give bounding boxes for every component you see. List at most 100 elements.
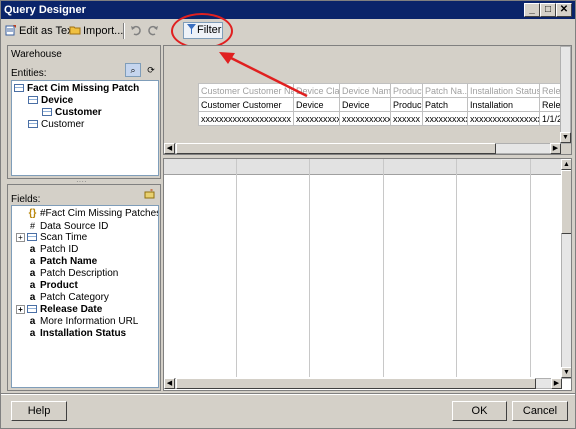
scroll-right-arrow-icon[interactable]: ▶ bbox=[550, 143, 561, 154]
field-item[interactable]: {} #Fact Cim Missing Patches bbox=[28, 208, 158, 220]
numeric-field-icon: # bbox=[29, 221, 35, 231]
attribute-icon: a bbox=[29, 268, 36, 279]
footer-separator bbox=[1, 393, 575, 395]
window-title: Query Designer bbox=[4, 4, 86, 16]
help-button[interactable]: Help bbox=[11, 401, 67, 421]
results-scroll-thumb[interactable] bbox=[561, 170, 571, 234]
horizontal-scrollbar[interactable]: ◀ ▶ bbox=[164, 143, 561, 154]
scroll-thumb[interactable] bbox=[176, 143, 496, 154]
entities-label: Entities: bbox=[11, 68, 47, 79]
fields-tree[interactable]: {} #Fact Cim Missing Patches # Data Source… bbox=[11, 205, 159, 388]
close-button[interactable]: ✕ bbox=[556, 3, 572, 17]
edit-as-text-label: Edit as Text bbox=[19, 25, 76, 37]
entities-panel: Warehouse Entities: ⌕ ⟳ Fact Cim Missing… bbox=[7, 45, 161, 179]
tree-item[interactable]: Device bbox=[28, 95, 73, 107]
field-item[interactable]: a Patch Category bbox=[28, 292, 109, 304]
grid-cell[interactable]: Patch bbox=[422, 97, 468, 112]
grid-cell[interactable]: xxxxxxxxxx bbox=[422, 111, 468, 126]
minimize-button[interactable]: _ bbox=[524, 3, 540, 17]
result-column bbox=[457, 159, 531, 377]
scroll-up-arrow-icon[interactable]: ▲ bbox=[561, 159, 571, 170]
column-header[interactable]: Device Name bbox=[339, 83, 391, 98]
field-item[interactable]: a Patch ID bbox=[28, 244, 79, 256]
result-column bbox=[237, 159, 310, 377]
edit-text-icon bbox=[5, 24, 17, 36]
scroll-left-arrow-icon[interactable]: ◀ bbox=[164, 143, 175, 154]
toolbar-separator bbox=[123, 23, 125, 39]
redo-button[interactable] bbox=[147, 22, 161, 40]
attribute-icon: a bbox=[29, 316, 36, 327]
grid-cell[interactable]: Device bbox=[339, 97, 391, 112]
grid-cell[interactable]: 1/1/2 bbox=[539, 111, 562, 126]
expand-icon[interactable]: + bbox=[16, 305, 25, 314]
select-entity-icon[interactable]: ⌕ bbox=[125, 63, 141, 77]
column-header[interactable]: Patch Na... bbox=[422, 83, 468, 98]
edit-as-text-button[interactable]: Edit as Text bbox=[5, 22, 76, 40]
grid-cell[interactable]: xxxxxxxxxxxxxxxxx bbox=[467, 111, 540, 126]
column-header[interactable]: Relea bbox=[539, 83, 562, 98]
date-table-icon bbox=[27, 305, 37, 313]
result-column bbox=[164, 159, 237, 377]
undo-icon bbox=[130, 24, 142, 36]
results-horizontal-scrollbar[interactable]: ◀ ▶ bbox=[164, 378, 562, 389]
table-icon bbox=[14, 84, 24, 92]
attribute-icon: a bbox=[29, 328, 36, 339]
splitter-grip[interactable]: ···· bbox=[76, 178, 92, 186]
result-column bbox=[310, 159, 384, 377]
undo-button[interactable] bbox=[130, 22, 144, 40]
tree-item[interactable]: Fact Cim Missing Patch bbox=[14, 83, 139, 95]
field-item[interactable]: a Patch Description bbox=[28, 268, 119, 280]
vertical-scrollbar[interactable]: ▼ bbox=[560, 46, 571, 144]
grid-cell[interactable]: Device bbox=[293, 97, 340, 112]
grid-cell[interactable]: xxxxxx bbox=[390, 111, 423, 126]
datasource-label: Warehouse bbox=[11, 49, 62, 60]
grid-cell[interactable]: Installation bbox=[467, 97, 540, 112]
ok-button[interactable]: OK bbox=[452, 401, 507, 421]
scroll-left-arrow-icon[interactable]: ◀ bbox=[164, 378, 175, 389]
scroll-down-arrow-icon[interactable]: ▼ bbox=[561, 367, 571, 378]
redo-icon bbox=[147, 24, 159, 36]
date-table-icon bbox=[27, 233, 37, 241]
field-item[interactable]: a Product bbox=[28, 280, 78, 292]
grid-cell[interactable]: Customer Customer bbox=[198, 97, 294, 112]
attribute-icon: a bbox=[29, 244, 36, 255]
calculated-field-icon: {} bbox=[28, 208, 37, 219]
field-item[interactable]: a More Information URL bbox=[28, 316, 139, 328]
scroll-down-arrow-icon[interactable]: ▼ bbox=[560, 132, 571, 143]
grid-cell[interactable]: Relea bbox=[539, 97, 562, 112]
results-grid[interactable]: ▲ ▼ ◀ ▶ bbox=[163, 158, 572, 391]
scroll-right-arrow-icon[interactable]: ▶ bbox=[551, 378, 562, 389]
entities-tree[interactable]: Fact Cim Missing Patch Device Customer C… bbox=[11, 80, 159, 176]
attribute-icon: a bbox=[29, 256, 36, 267]
new-calculated-field-icon[interactable]: * bbox=[144, 188, 156, 199]
results-scroll-thumb-h[interactable] bbox=[176, 378, 536, 389]
table-icon bbox=[42, 108, 52, 116]
expand-icon[interactable]: + bbox=[16, 233, 25, 242]
column-header[interactable]: Installation Status bbox=[467, 83, 540, 98]
field-item[interactable]: # Data Source ID bbox=[28, 220, 108, 232]
field-item[interactable]: a Installation Status bbox=[28, 328, 126, 340]
maximize-button[interactable]: □ bbox=[540, 3, 556, 17]
results-vertical-scrollbar[interactable]: ▲ ▼ bbox=[561, 159, 571, 379]
grid-cell[interactable]: xxxxxxxxxx bbox=[293, 111, 340, 126]
field-item[interactable]: + Release Date bbox=[16, 304, 102, 316]
query-design-grid[interactable]: Customer Customer Na... Device Class Dev… bbox=[163, 45, 572, 155]
fields-panel: Fields: * {} #Fact Cim Missing Patches # D… bbox=[7, 184, 161, 391]
column-header[interactable]: Product bbox=[390, 83, 423, 98]
tree-item[interactable]: Customer bbox=[28, 119, 84, 131]
attribute-icon: a bbox=[29, 292, 36, 303]
column-header[interactable]: Customer Customer Na... bbox=[198, 83, 294, 98]
field-item[interactable]: + Scan Time bbox=[16, 232, 87, 244]
tree-item[interactable]: Customer bbox=[42, 107, 102, 119]
grid-cell[interactable]: Produc bbox=[390, 97, 423, 112]
import-button[interactable]: Import... bbox=[69, 22, 123, 40]
grid-cell[interactable]: xxxxxxxxxxx bbox=[339, 111, 391, 126]
query-designer-window: Query Designer _ □ ✕ Edit as Text Import… bbox=[0, 0, 576, 429]
result-column bbox=[531, 159, 562, 377]
column-header[interactable]: Device Class bbox=[293, 83, 340, 98]
cancel-button[interactable]: Cancel bbox=[512, 401, 568, 421]
grid-cell[interactable]: xxxxxxxxxxxxxxxxxxxx bbox=[198, 111, 294, 126]
import-label: Import... bbox=[83, 25, 124, 37]
refresh-icon[interactable]: ⟳ bbox=[143, 63, 159, 77]
field-item[interactable]: a Patch Name bbox=[28, 256, 98, 268]
